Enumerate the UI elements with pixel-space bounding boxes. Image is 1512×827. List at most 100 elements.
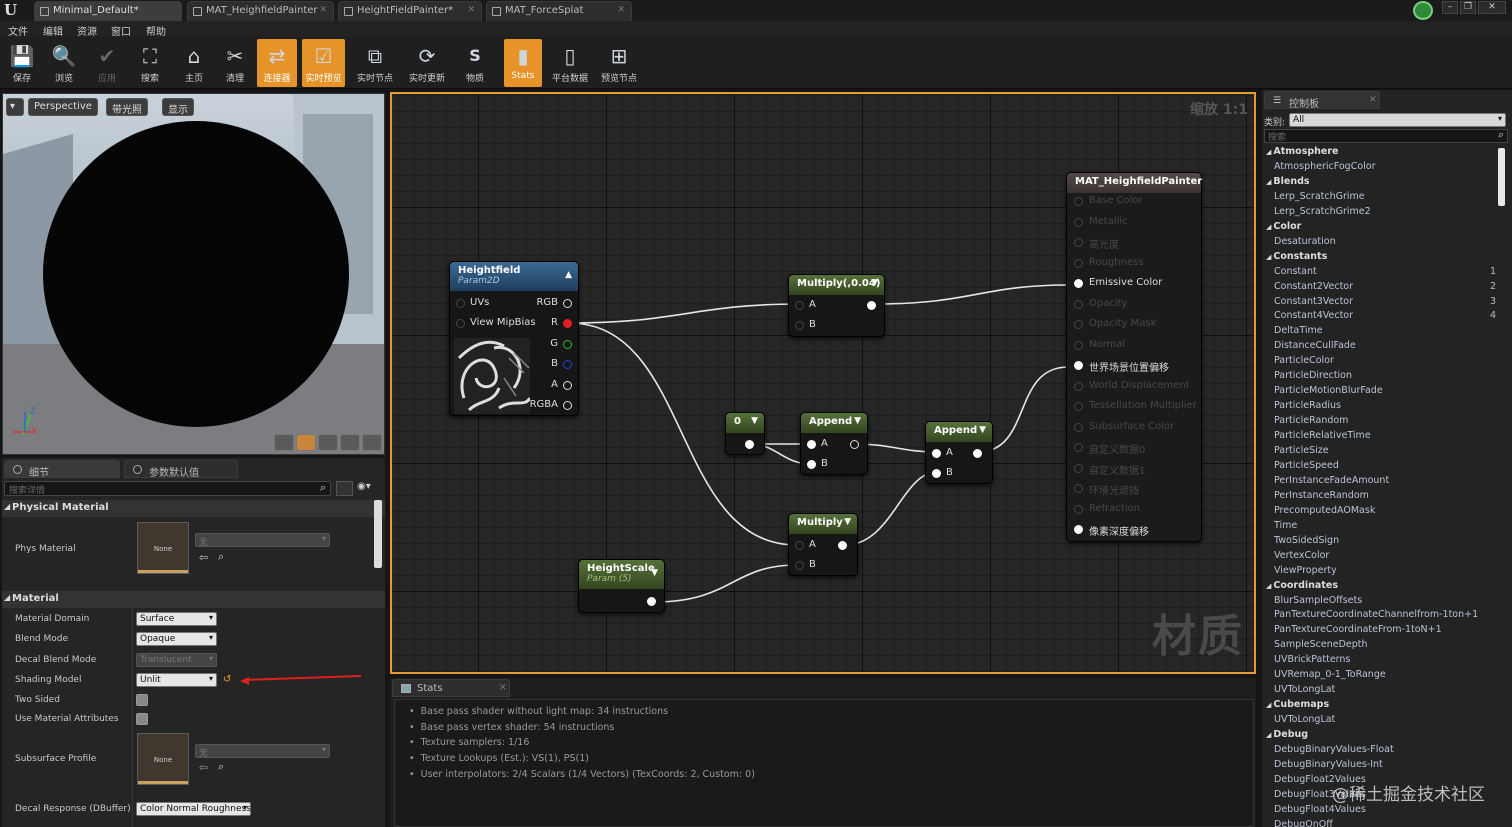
tab-minimal-default[interactable]: Minimal_Default* <box>34 1 182 21</box>
node-constant-0[interactable]: 0 ▼ <box>725 412 765 455</box>
close-icon[interactable]: ✕ <box>617 5 625 15</box>
palette-item[interactable]: Desaturation <box>1274 236 1336 247</box>
pin-a-input[interactable] <box>795 301 804 310</box>
palette-item[interactable]: PerInstanceRandom <box>1274 490 1369 501</box>
menu-edit[interactable]: 编辑 <box>43 23 63 38</box>
collapse-triangle-icon[interactable]: ▲ <box>565 270 572 280</box>
result-pin[interactable] <box>1074 361 1083 370</box>
tab-heightfieldpainter[interactable]: HeightFieldPainter* ✕ <box>338 1 482 21</box>
menu-asset[interactable]: 资源 <box>77 23 97 38</box>
result-pin[interactable] <box>1074 463 1083 473</box>
subsurface-profile-thumbnail[interactable]: None <box>137 733 189 785</box>
palette-item[interactable]: PanTextureCoordinateChannelfrom-1ton+1 <box>1274 609 1478 620</box>
substance-button[interactable]: S 物质 <box>453 39 497 87</box>
preview-node-button[interactable]: ⊞ 预览节点 <box>597 39 641 87</box>
clean-up-button[interactable]: ✂ 清理 <box>213 39 257 87</box>
palette-item[interactable]: Constant4Vector <box>1274 310 1353 321</box>
save-button[interactable]: 💾 保存 <box>0 39 44 87</box>
cylinder-preview-button[interactable] <box>274 434 294 451</box>
result-pin[interactable] <box>1074 299 1083 309</box>
result-pin[interactable] <box>1074 402 1083 411</box>
stats-button[interactable]: ▮ Stats <box>504 39 542 87</box>
pin-a-input[interactable] <box>795 541 804 550</box>
node-append-1[interactable]: Append ▼ A B <box>800 412 868 475</box>
node-heightscale[interactable]: HeightScale Param (5) ▼ <box>578 559 665 613</box>
plane-preview-button[interactable] <box>318 434 338 451</box>
result-pin[interactable] <box>1074 258 1083 268</box>
maximize-button[interactable]: ❐ <box>1460 1 1476 14</box>
palette-item[interactable]: Lerp_ScratchGrime <box>1274 191 1365 202</box>
platform-stats-button[interactable]: ▯ 平台数据 <box>548 39 592 87</box>
palette-item[interactable]: SampleSceneDepth <box>1274 639 1368 650</box>
palette-item[interactable]: Constant2Vector <box>1274 281 1353 292</box>
pin-b-input[interactable] <box>932 469 941 478</box>
node-multiply-004[interactable]: Multiply(,0.04) ▼ A B <box>788 274 885 337</box>
palette-category[interactable]: ◢ Constants <box>1266 251 1327 262</box>
lit-mode-button[interactable]: 带光照 <box>106 98 148 116</box>
palette-item[interactable]: Constant3Vector <box>1274 296 1353 307</box>
use-selected-arrow-icon[interactable]: ⇦ <box>199 761 208 774</box>
palette-item[interactable]: VertexColor <box>1274 550 1329 561</box>
palette-item[interactable]: PerInstanceFadeAmount <box>1274 475 1389 486</box>
pin-rgb[interactable] <box>563 299 572 308</box>
palette-item[interactable]: UVToLongLat <box>1274 684 1335 695</box>
palette-item[interactable]: DebugOnOff <box>1274 819 1333 827</box>
pin-g[interactable] <box>563 340 572 349</box>
palette-item[interactable]: Time <box>1274 520 1297 531</box>
palette-item[interactable]: ParticleRelativeTime <box>1274 430 1371 441</box>
collapse-triangle-icon[interactable]: ▼ <box>979 425 986 435</box>
material-graph-canvas[interactable]: Heightfield Param2D ▲ UVs View MipBias RGB… <box>390 92 1256 674</box>
pin-output[interactable] <box>867 301 876 310</box>
live-nodes-button[interactable]: ⧉ 实时节点 <box>353 39 397 87</box>
pin-view-mipbias[interactable] <box>456 319 465 328</box>
result-pin[interactable] <box>1074 320 1083 329</box>
palette-item[interactable]: ParticleMotionBlurFade <box>1274 385 1383 396</box>
collapse-triangle-icon[interactable]: ▼ <box>651 568 658 578</box>
palette-item[interactable]: UVRemap_0-1_ToRange <box>1274 669 1386 680</box>
palette-item[interactable]: UVToLongLat <box>1274 714 1335 725</box>
pin-b-input[interactable] <box>795 321 804 330</box>
result-pin[interactable] <box>1074 422 1083 432</box>
palette-item[interactable]: ParticleDirection <box>1274 370 1352 381</box>
result-pin[interactable] <box>1074 525 1083 534</box>
reset-to-default-icon[interactable]: ↺ <box>223 674 231 685</box>
result-pin[interactable] <box>1074 443 1083 452</box>
palette-item[interactable]: DebugFloat4Values <box>1274 804 1366 815</box>
decal-response-dropdown[interactable]: Color Normal Roughness ▾ <box>136 802 251 816</box>
subsurface-profile-picker[interactable]: 无 ▾ <box>195 744 330 759</box>
details-search-input[interactable]: 搜索详情 ⌕ <box>4 481 331 496</box>
cube-preview-button[interactable] <box>340 434 360 451</box>
pin-a[interactable] <box>563 381 572 390</box>
category-dropdown[interactable]: All ▾ <box>1289 113 1506 127</box>
result-pin[interactable] <box>1074 340 1083 350</box>
result-pin[interactable] <box>1074 217 1083 227</box>
show-button[interactable]: 显示 <box>162 98 194 116</box>
tab-mat-heighfieldpainter[interactable]: MAT_HeighfieldPainter ✕ <box>187 1 334 21</box>
pin-b-input[interactable] <box>807 460 816 469</box>
menu-file[interactable]: 文件 <box>8 23 28 38</box>
collapse-triangle-icon[interactable]: ▼ <box>854 416 861 426</box>
result-pin[interactable] <box>1074 381 1083 391</box>
phys-material-picker[interactable]: 无 ▾ <box>195 533 330 548</box>
shading-model-dropdown[interactable]: Unlit ▾ <box>136 673 217 687</box>
perspective-button[interactable]: Perspective <box>28 98 98 116</box>
tab-stats[interactable]: Stats ✕ <box>392 679 510 697</box>
node-heightfield[interactable]: Heightfield Param2D ▲ UVs View MipBias RGB… <box>449 261 579 416</box>
tab-details[interactable]: 细节 <box>4 460 120 479</box>
pin-r[interactable] <box>563 319 572 328</box>
material-domain-dropdown[interactable]: Surface ▾ <box>136 612 217 626</box>
palette-item[interactable]: ViewProperty <box>1274 565 1337 576</box>
details-scrollbar[interactable] <box>374 500 382 568</box>
collapse-triangle-icon[interactable]: ▼ <box>751 416 758 426</box>
palette-item[interactable]: DebugBinaryValues-Float <box>1274 744 1394 755</box>
palette-item[interactable]: AtmosphericFogColor <box>1274 161 1376 172</box>
palette-item[interactable]: TwoSidedSign <box>1274 535 1339 546</box>
collapse-triangle-icon[interactable]: ▼ <box>844 517 851 527</box>
palette-category[interactable]: ◢ Blends <box>1266 176 1310 187</box>
close-icon[interactable]: ✕ <box>499 683 507 693</box>
menu-window[interactable]: 窗口 <box>111 23 131 38</box>
result-pin[interactable] <box>1074 279 1083 288</box>
phys-material-thumbnail[interactable]: None <box>137 522 189 574</box>
palette-item[interactable]: DistanceCullFade <box>1274 340 1356 351</box>
close-window-button[interactable]: ✕ <box>1478 1 1506 14</box>
